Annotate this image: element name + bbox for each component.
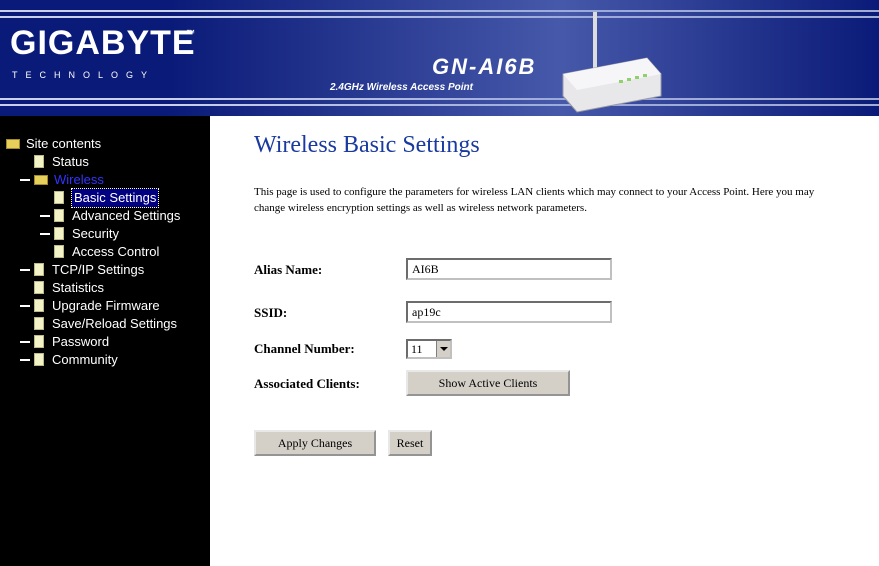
sidebar-item-tcpip-settings[interactable]: TCP/IP Settings xyxy=(20,260,144,278)
ssid-label: SSID: xyxy=(254,305,288,320)
tree-connector xyxy=(20,340,30,343)
channel-number-select[interactable]: 11 xyxy=(406,339,452,359)
tree-connector xyxy=(40,232,50,235)
sidebar-item-community[interactable]: Community xyxy=(20,350,118,368)
document-icon xyxy=(54,209,64,223)
document-icon xyxy=(34,335,44,349)
sidebar-item-status[interactable]: Status xyxy=(34,152,89,170)
tree-connector xyxy=(20,358,30,361)
channel-number-value: 11 xyxy=(411,342,423,356)
model-description: 2.4GHz Wireless Access Point xyxy=(330,82,473,93)
chevron-down-icon[interactable] xyxy=(436,341,450,357)
folder-open-icon xyxy=(34,174,48,185)
model-name: GN-AI6B xyxy=(432,54,537,79)
ssid-input[interactable]: ap19c xyxy=(406,301,612,323)
show-active-clients-button[interactable]: Show Active Clients xyxy=(406,370,570,396)
document-icon xyxy=(54,245,64,259)
sidebar-item-basic-settings[interactable]: Basic Settings xyxy=(54,187,160,208)
sidebar-item-save-reload-settings[interactable]: Save/Reload Settings xyxy=(34,314,177,332)
folder-icon xyxy=(6,138,20,149)
apply-changes-button[interactable]: Apply Changes xyxy=(254,430,376,456)
alias-name-label: Alias Name: xyxy=(254,262,323,277)
document-icon xyxy=(34,299,44,313)
document-icon xyxy=(54,227,64,241)
associated-clients-label: Associated Clients: xyxy=(254,376,360,391)
document-icon xyxy=(34,281,44,295)
document-icon xyxy=(34,263,44,277)
channel-number-label: Channel Number: xyxy=(254,341,355,356)
sidebar-item-security[interactable]: Security xyxy=(40,224,119,242)
brand-trademark: ™ xyxy=(186,28,195,38)
page-description: This page is used to configure the param… xyxy=(254,186,815,214)
page-title: Wireless Basic Settings xyxy=(254,132,480,158)
brand-logo: GIGABYTE xyxy=(10,24,196,62)
tree-connector xyxy=(20,268,30,271)
sidebar-item-statistics[interactable]: Statistics xyxy=(34,278,104,296)
document-icon xyxy=(54,191,64,205)
tree-connector xyxy=(20,178,30,181)
document-icon xyxy=(34,317,44,331)
document-icon xyxy=(34,353,44,367)
tree-root-site-contents[interactable]: Site contents xyxy=(6,134,101,152)
sidebar-item-password[interactable]: Password xyxy=(20,332,109,350)
header-banner: GIGABYTE ™ TECHNOLOGY GN-AI6B 2.4GHz Wir… xyxy=(0,0,879,116)
sidebar-item-upgrade-firmware[interactable]: Upgrade Firmware xyxy=(20,296,160,314)
alias-name-input[interactable]: AI6B xyxy=(406,258,612,280)
router-image xyxy=(562,12,662,113)
tree-connector xyxy=(40,214,50,217)
tree-connector xyxy=(20,304,30,307)
sidebar-item-wireless[interactable]: Wireless xyxy=(20,170,104,188)
reset-button[interactable]: Reset xyxy=(388,430,432,456)
document-icon xyxy=(34,155,44,169)
sidebar-item-access-control[interactable]: Access Control xyxy=(54,242,159,260)
sidebar-tree: Site contents Status Wireless Basic Sett… xyxy=(0,116,210,566)
brand-subtitle: TECHNOLOGY xyxy=(12,70,156,80)
sidebar-item-advanced-settings[interactable]: Advanced Settings xyxy=(40,206,180,224)
